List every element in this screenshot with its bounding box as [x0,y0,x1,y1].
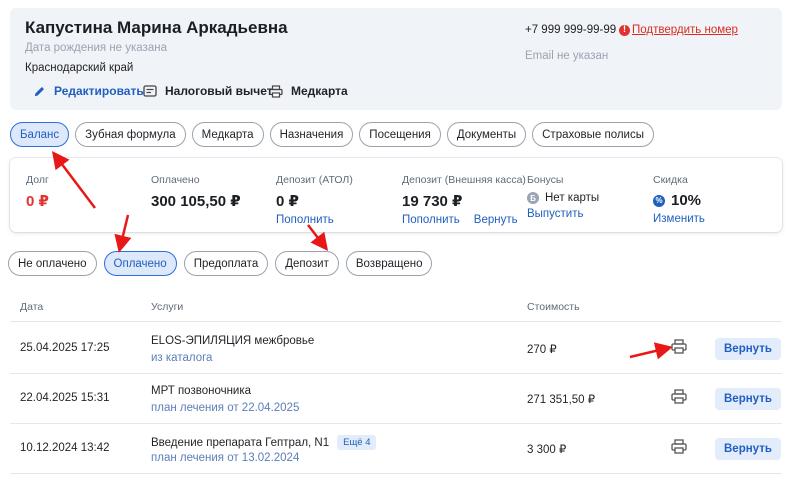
row-service-source: из каталога [151,352,213,364]
medcard-label: Медкарта [291,84,348,98]
bonus-icon: Б [527,192,539,204]
patient-dob: Дата рождения не указана [25,42,167,54]
deposit-ext-value: 19 730 ₽ [402,193,463,210]
printer-icon[interactable] [671,439,687,457]
row-service-name: МРТ позвоночника [151,385,252,397]
warning-icon [619,24,630,36]
edit-label: Редактировать [54,84,144,98]
bonus-block: Бонусы Б Нет карты Выпустить [527,174,599,220]
debt-label: Долг [26,174,49,186]
confirm-phone-link[interactable]: Подтвердить номер [632,24,738,36]
row-cost: 270 ₽ [527,344,557,356]
patient-email: Email не указан [525,50,609,62]
row-service-source: план лечения от 22.04.2025 [151,402,300,414]
deposit-atol-block: Депозит (АТОЛ) 0 ₽ Пополнить [276,174,353,226]
column-cost: Стоимость [527,301,580,313]
discount-label: Скидка [653,174,688,186]
bonus-label: Бонусы [527,174,564,186]
bonus-value: Нет карты [545,192,600,204]
paid-block: Оплачено 300 105,50 ₽ [151,174,241,210]
bonus-issue-link[interactable]: Выпустить [527,208,583,220]
row-service-name: ELOS-ЭПИЛЯЦИЯ межбровье [151,335,315,347]
patient-region: Краснодарский край [25,62,134,74]
printer-icon[interactable] [671,389,687,407]
debt-value: 0 ₽ [26,193,49,210]
tab-medcard[interactable]: Медкарта [191,122,264,147]
row-service: ELOS-ЭПИЛЯЦИЯ межбровье [151,335,314,347]
row-service: МРТ позвоночника [151,385,251,397]
tab-balance[interactable]: Баланс [10,122,70,147]
deposit-ext-block: Депозит (Внешняя касса) 19 730 ₽ Пополни… [402,174,526,226]
tab-prescriptions[interactable]: Назначения [269,122,354,147]
deposit-atol-topup-link[interactable]: Пополнить [276,214,334,226]
receipt-icon [143,85,157,97]
deposit-ext-return-link[interactable]: Вернуть [474,214,518,226]
row-service-source: план лечения от 13.02.2024 [151,452,300,464]
edit-button[interactable]: Редактировать [33,84,144,98]
table-row: 25.04.2025 17:25 ELOS-ЭПИЛЯЦИЯ межбровье… [10,324,782,374]
row-service-name: Введение препарата Гептрал, N1 [151,436,330,449]
tab-insurance[interactable]: Страховые полисы [532,122,654,147]
payment-filters: Не оплачено Оплачено Предоплата Депозит … [8,251,433,276]
tax-deduction-label: Налоговый вычет [165,84,273,98]
discount-block: Скидка % 10% Изменить [653,174,705,225]
pencil-icon [34,86,44,96]
printer-icon [269,84,283,98]
printer-icon[interactable] [671,339,687,357]
row-date: 25.04.2025 17:25 [20,342,110,354]
return-button[interactable]: Вернуть [715,388,781,410]
return-button[interactable]: Вернуть [715,338,781,360]
paid-label: Оплачено [151,174,200,186]
more-services-badge[interactable]: Ещё 4 [337,435,377,450]
deposit-ext-topup-link[interactable]: Пополнить [402,214,460,226]
row-date: 10.12.2024 13:42 [20,442,110,454]
filter-returned[interactable]: Возвращено [345,251,433,276]
table-row: 10.12.2024 13:42 Введение препарата Гепт… [10,424,782,474]
deposit-atol-value: 0 ₽ [276,193,299,210]
filter-paid[interactable]: Оплачено [103,251,177,276]
tab-documents[interactable]: Документы [446,122,527,147]
table-row: 22.04.2025 15:31 МРТ позвоночника план л… [10,374,782,424]
paid-value: 300 105,50 ₽ [151,193,241,210]
row-cost: 271 351,50 ₽ [527,394,596,406]
row-date: 22.04.2025 15:31 [20,392,110,404]
filter-prepayment[interactable]: Предоплата [183,251,269,276]
patient-card: Капустина Марина Аркадьевна Дата рождени… [10,8,782,110]
tab-dental-formula[interactable]: Зубная формула [75,122,186,147]
patient-phone: +7 999 999-99-99 [525,24,617,36]
filter-unpaid[interactable]: Не оплачено [8,251,97,276]
column-date: Дата [20,301,44,313]
deposit-atol-label: Депозит (АТОЛ) [276,174,353,186]
medcard-print-button[interactable]: Медкарта [269,84,348,98]
row-cost: 3 300 ₽ [527,444,567,456]
discount-value: 10% [671,192,702,209]
table-header: Дата Услуги Стоимость [10,294,782,322]
column-service: Услуги [151,301,184,313]
deposit-ext-label: Депозит (Внешняя касса) [402,174,526,186]
discount-change-link[interactable]: Изменить [653,213,705,225]
patient-tabs: Баланс Зубная формула Медкарта Назначени… [10,122,654,147]
filter-deposit[interactable]: Депозит [275,251,339,276]
tab-visits[interactable]: Посещения [359,122,441,147]
row-service: Введение препарата Гептрал, N1 Ещё 4 [151,435,377,450]
percent-icon: % [653,194,665,207]
debt-block: Долг 0 ₽ [26,174,49,210]
tax-deduction-button[interactable]: Налоговый вычет [143,84,273,98]
patient-name: Капустина Марина Аркадьевна [25,18,288,37]
balance-panel: Долг 0 ₽ Оплачено 300 105,50 ₽ Депозит (… [10,158,782,232]
return-button[interactable]: Вернуть [715,438,781,460]
